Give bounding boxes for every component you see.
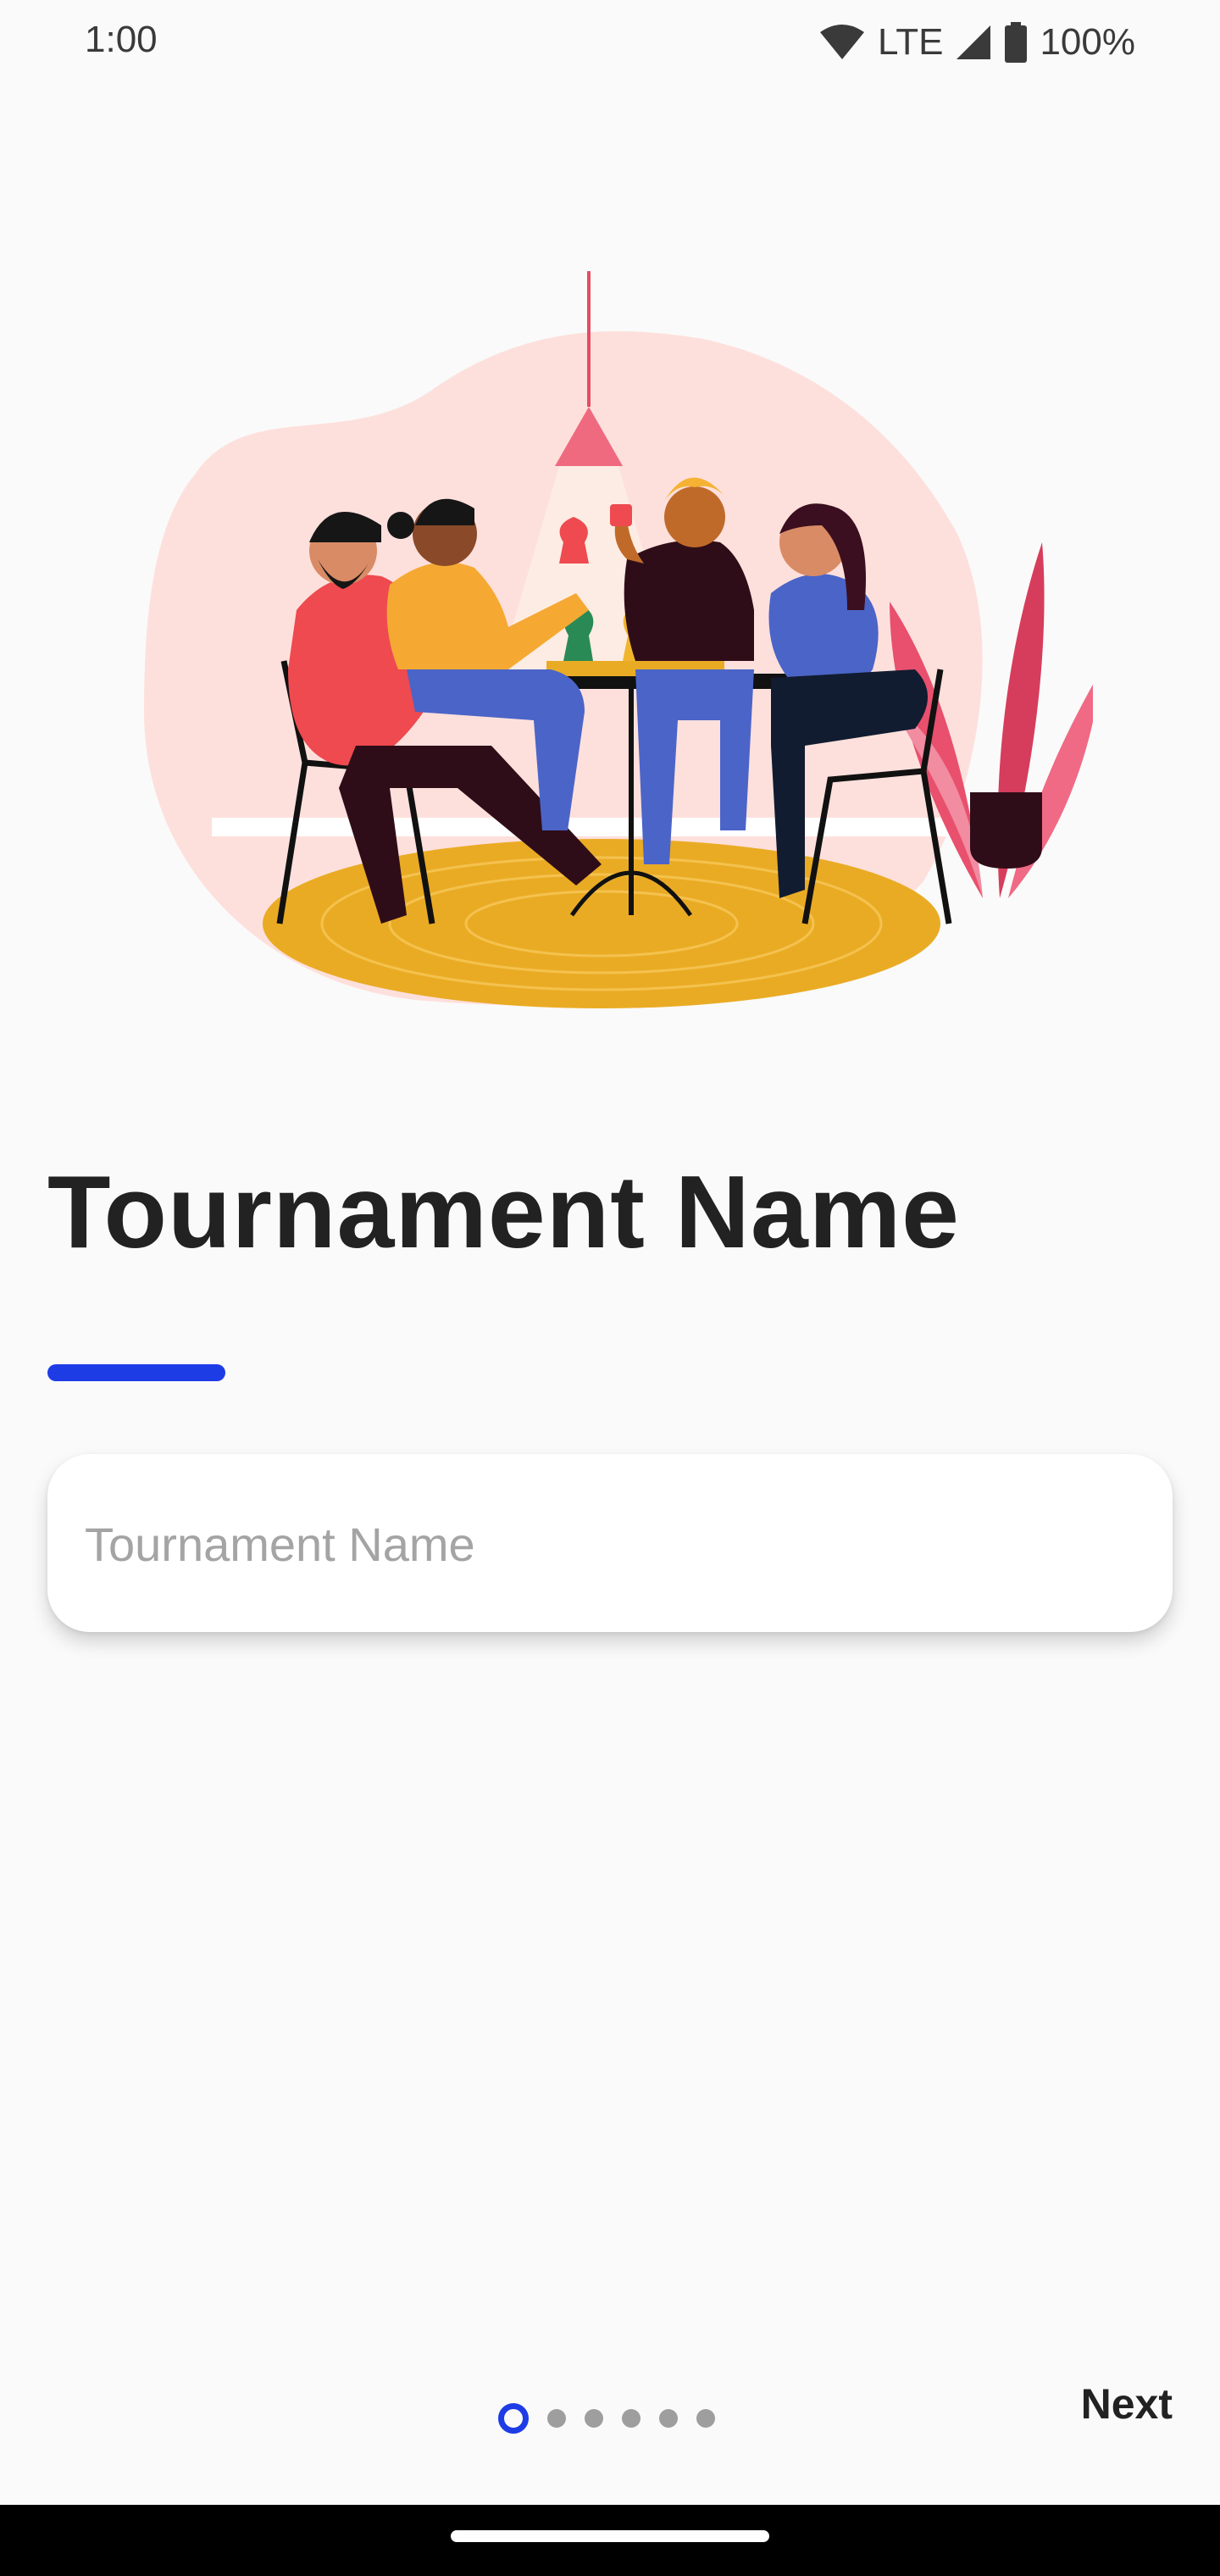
tournament-name-field[interactable] [47, 1454, 1173, 1634]
cell-signal-icon [955, 24, 992, 61]
network-type-label: LTE [878, 21, 944, 63]
status-icons: LTE 100% [818, 17, 1135, 68]
friends-playing-board-game-illustration [127, 271, 1101, 1017]
status-bar: 1:00 LTE 100% [0, 0, 1220, 85]
page-indicator [498, 2403, 715, 2434]
red-dice [610, 504, 632, 526]
red-game-piece [559, 517, 589, 564]
page-dot [696, 2409, 715, 2428]
wifi-icon [818, 24, 866, 61]
battery-percentage: 100% [1040, 21, 1135, 63]
page-dot [547, 2409, 566, 2428]
page-dot-active [498, 2403, 529, 2434]
next-button[interactable]: Next [1081, 2379, 1173, 2429]
page-dot [585, 2409, 603, 2428]
home-gesture-handle[interactable] [451, 2530, 769, 2542]
person-3-body [624, 540, 754, 661]
page-dot [622, 2409, 640, 2428]
page-dot [659, 2409, 678, 2428]
person-3-head [664, 486, 725, 547]
plant-pot [970, 792, 1042, 869]
tournament-name-input[interactable] [83, 1454, 1137, 1634]
system-navigation-bar [0, 2505, 1220, 2576]
status-time: 1:00 [85, 19, 158, 60]
page-title: Tournament Name [47, 1154, 961, 1269]
floor-line [212, 818, 1025, 836]
title-underline [47, 1364, 225, 1381]
battery-icon [1004, 22, 1028, 63]
